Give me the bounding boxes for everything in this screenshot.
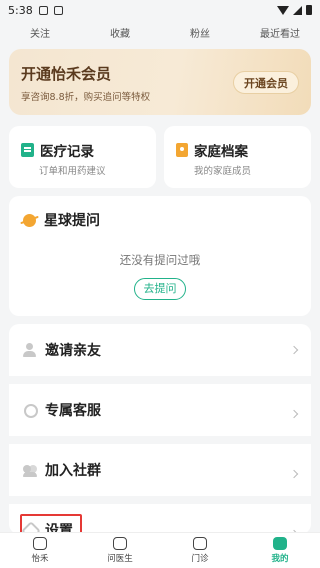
settings-menu: 邀请亲友 专属客服 加入社群 设置	[9, 324, 311, 534]
tab-clinic[interactable]: 门诊	[160, 533, 240, 568]
tab-home[interactable]: 怡禾	[0, 533, 80, 568]
menu-item-settings[interactable]: 设置	[9, 496, 311, 534]
profile-icon	[273, 537, 287, 550]
status-bar: 5:38	[0, 0, 320, 20]
status-time: 5:38	[8, 3, 33, 17]
medical-records-subtitle: 订单和用药建议	[39, 166, 106, 177]
tab-home-label: 怡禾	[31, 554, 49, 564]
ask-question-button[interactable]: 去提问	[134, 278, 186, 300]
chevron-right-icon	[289, 409, 299, 419]
app-notification-icon	[53, 5, 63, 15]
stat-recently-viewed[interactable]: 最近看过	[240, 25, 320, 40]
signal-icon	[293, 5, 302, 15]
community-label: 加入社群	[45, 463, 101, 479]
planet-questions-card: 星球提问 还没有提问过哦 去提问	[9, 196, 311, 316]
stat-followers[interactable]: 粉丝	[160, 25, 240, 40]
document-icon	[21, 143, 34, 157]
chevron-right-icon	[289, 469, 299, 479]
tab-ask-doctor[interactable]: 问医生	[80, 533, 160, 568]
medical-records-card[interactable]: 医疗记录 订单和用药建议	[9, 126, 156, 188]
battery-icon	[306, 5, 312, 15]
chevron-right-icon	[289, 345, 299, 355]
family-archive-card[interactable]: 家庭档案 我的家庭成员	[164, 126, 311, 188]
stat-favorites[interactable]: 收藏	[80, 25, 160, 40]
service-label: 专属客服	[45, 403, 101, 419]
empty-questions-text: 还没有提问过哦	[119, 253, 201, 267]
profile-stats: 关注 收藏 粉丝 最近看过	[0, 20, 320, 44]
family-archive-title: 家庭档案	[194, 144, 248, 160]
planet-icon	[23, 213, 36, 227]
doctor-icon	[113, 537, 127, 550]
home-icon	[33, 537, 47, 550]
clinic-icon	[193, 537, 207, 550]
stat-following[interactable]: 关注	[0, 25, 80, 40]
planet-questions-title: 星球提问	[44, 213, 100, 229]
family-archive-subtitle: 我的家庭成员	[194, 166, 252, 177]
medical-records-title: 医疗记录	[40, 144, 94, 160]
invite-label: 邀请亲友	[45, 343, 101, 359]
tab-clinic-label: 门诊	[191, 554, 209, 564]
open-vip-button[interactable]: 开通会员	[233, 71, 299, 94]
vip-banner[interactable]: 开通怡禾会员 享咨询8.8折，购买追问等特权 开通会员	[9, 49, 311, 115]
group-icon	[23, 463, 37, 477]
add-person-icon	[23, 343, 37, 357]
tab-profile-label: 我的	[271, 554, 289, 564]
tab-profile[interactable]: 我的	[240, 533, 320, 568]
menu-item-service[interactable]: 专属客服	[9, 376, 311, 436]
menu-item-community[interactable]: 加入社群	[9, 436, 311, 496]
tab-ask-doctor-label: 问医生	[107, 554, 133, 564]
notification-icon	[38, 5, 48, 15]
family-icon	[176, 143, 188, 157]
menu-item-invite[interactable]: 邀请亲友	[9, 324, 311, 376]
bottom-tab-bar: 怡禾 问医生 门诊 我的	[0, 532, 320, 568]
settings-highlight-box	[20, 514, 82, 534]
wifi-icon	[277, 5, 289, 15]
customer-service-icon	[23, 403, 38, 418]
